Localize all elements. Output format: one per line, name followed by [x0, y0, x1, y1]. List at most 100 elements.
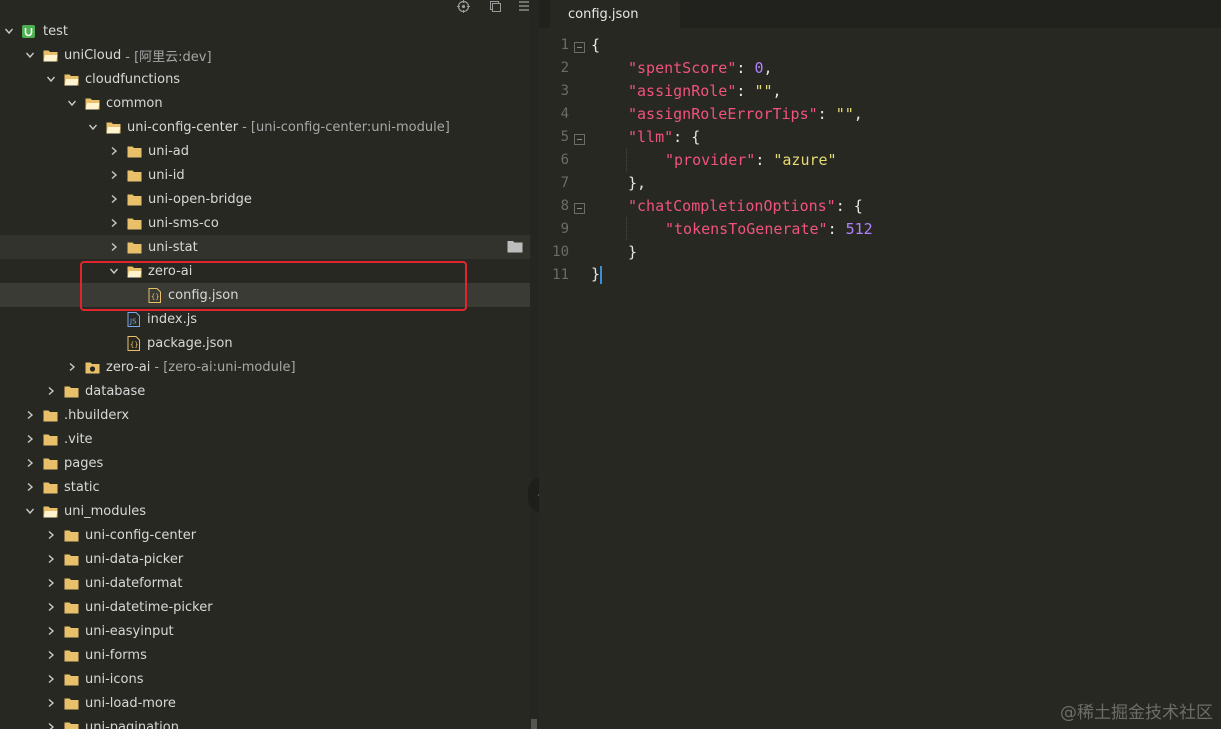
folder-icon	[64, 553, 79, 566]
chevron-right-icon[interactable]	[25, 410, 35, 420]
code-line[interactable]: 5 "llm": {	[539, 125, 1221, 148]
fold-toggle-icon[interactable]	[574, 200, 586, 214]
fold-toggle-icon[interactable]	[574, 131, 586, 145]
chevron-down-icon[interactable]	[4, 26, 14, 36]
tree-item-common[interactable]: common	[0, 91, 530, 115]
chevron-right-icon[interactable]	[46, 698, 56, 708]
folder-open-icon	[64, 73, 79, 86]
code-line[interactable]: 2 "spentScore": 0,	[539, 56, 1221, 79]
tree-item-uni-load-more[interactable]: uni-load-more	[0, 691, 530, 715]
code-line[interactable]: 4 "assignRoleErrorTips": "",	[539, 102, 1221, 125]
folder-icon	[127, 241, 142, 254]
chevron-right-icon[interactable]	[46, 578, 56, 588]
chevron-right-icon[interactable]	[46, 722, 56, 729]
tree-item-uni-modules[interactable]: uni_modules	[0, 499, 530, 523]
code-line[interactable]: 11}	[539, 263, 1221, 286]
code-text: "assignRoleErrorTips": "",	[628, 105, 863, 123]
chevron-right-icon[interactable]	[109, 218, 119, 228]
chevron-down-icon[interactable]	[25, 50, 35, 60]
tree-item-label: package.json	[147, 335, 233, 351]
json-string: ""	[754, 81, 773, 100]
tree-item-pages[interactable]: pages	[0, 451, 530, 475]
crosshair-icon[interactable]	[455, 0, 471, 16]
chevron-down-icon[interactable]	[67, 98, 77, 108]
code-line[interactable]: 7},	[539, 171, 1221, 194]
project-explorer: test uniCloud[阿里云:dev] cloudfunctions commo…	[0, 0, 530, 729]
chevron-right-icon[interactable]	[46, 530, 56, 540]
code-line[interactable]: 10}	[539, 240, 1221, 263]
tree-item-unicloud[interactable]: uniCloud[阿里云:dev]	[0, 43, 530, 67]
chevron-right-icon[interactable]	[25, 458, 35, 468]
collapse-all-icon[interactable]	[487, 0, 503, 16]
chevron-right-icon[interactable]	[109, 242, 119, 252]
chevron-right-icon[interactable]	[67, 362, 77, 372]
tree-item-uni-sms-co[interactable]: uni-sms-co	[0, 211, 530, 235]
tree-item-uni-id[interactable]: uni-id	[0, 163, 530, 187]
tree-item-uni-dateformat[interactable]: uni-dateformat	[0, 571, 530, 595]
tree-item-vite[interactable]: .vite	[0, 427, 530, 451]
tree-item-uni-pagination[interactable]: uni-pagination	[0, 715, 530, 729]
code-editor: config.json 1{2 "spentScore": 0, 3 "assignR…	[539, 0, 1221, 729]
chevron-right-icon[interactable]	[25, 482, 35, 492]
folder-open-icon	[106, 121, 121, 134]
code-line[interactable]: 8 "chatCompletionOptions": {	[539, 194, 1221, 217]
chevron-right-icon[interactable]	[109, 146, 119, 156]
menu-icon[interactable]	[516, 0, 530, 16]
folder-icon	[64, 673, 79, 686]
tree-item-hbuilderx[interactable]: .hbuilderx	[0, 403, 530, 427]
tree-item-uni-open-bridge[interactable]: uni-open-bridge	[0, 187, 530, 211]
folder-icon	[64, 577, 79, 590]
tree-item-package-json[interactable]: {} package.json	[0, 331, 530, 355]
tree-item-uni-data-picker[interactable]: uni-data-picker	[0, 547, 530, 571]
tree-item-uni-stat[interactable]: uni-stat	[0, 235, 530, 259]
chevron-right-icon[interactable]	[46, 386, 56, 396]
code-line[interactable]: 6 "provider": "azure"	[539, 148, 1221, 171]
chevron-down-icon[interactable]	[25, 506, 35, 516]
chevron-right-icon[interactable]	[109, 194, 119, 204]
tree-item-uni-config-center[interactable]: uni-config-center	[0, 523, 530, 547]
folder-icon	[64, 649, 79, 662]
folder-icon	[127, 145, 142, 158]
sidebar-scrollbar[interactable]	[531, 719, 537, 729]
tree-item-label: uni-id	[148, 167, 185, 183]
json-punctuation: : {	[673, 127, 701, 146]
fold-toggle-icon[interactable]	[574, 39, 586, 53]
chevron-right-icon[interactable]	[46, 626, 56, 636]
tree-item-suffix: [zero-ai:uni-module]	[154, 360, 295, 375]
highlight-annotation	[80, 261, 467, 311]
tree-item-uni-datetime-picker[interactable]: uni-datetime-picker	[0, 595, 530, 619]
json-key: "spentScore"	[628, 58, 737, 77]
chevron-right-icon[interactable]	[46, 650, 56, 660]
tree-item-test[interactable]: test	[0, 19, 530, 43]
tree-item-label: uni-datetime-picker	[85, 599, 213, 615]
json-punctuation: :	[736, 58, 755, 77]
tree-item-zero-ai[interactable]: zero-ai[zero-ai:uni-module]	[0, 355, 530, 379]
tree-item-label: test	[43, 23, 68, 39]
tree-item-cloudfunctions[interactable]: cloudfunctions	[0, 67, 530, 91]
open-folder-icon[interactable]	[507, 240, 523, 253]
chevron-right-icon[interactable]	[109, 170, 119, 180]
chevron-right-icon[interactable]	[46, 602, 56, 612]
panel-splitter[interactable]	[530, 0, 539, 729]
tree-item-uni-icons[interactable]: uni-icons	[0, 667, 530, 691]
code-text: "assignRole": "",	[628, 82, 782, 100]
chevron-right-icon[interactable]	[46, 554, 56, 564]
code-line[interactable]: 3 "assignRole": "",	[539, 79, 1221, 102]
chevron-down-icon[interactable]	[88, 122, 98, 132]
tree-item-uni-ad[interactable]: uni-ad	[0, 139, 530, 163]
tab-config-json[interactable]: config.json	[550, 0, 680, 28]
tree-item-suffix: [uni-config-center:uni-module]	[242, 120, 450, 135]
tree-item-database[interactable]: database	[0, 379, 530, 403]
chevron-right-icon[interactable]	[25, 434, 35, 444]
chevron-down-icon[interactable]	[46, 74, 56, 84]
code-line[interactable]: 9 "tokensToGenerate": 512	[539, 217, 1221, 240]
chevron-right-icon[interactable]	[46, 674, 56, 684]
tree-item-uni-config-center[interactable]: uni-config-center[uni-config-center:uni-…	[0, 115, 530, 139]
tree-item-static[interactable]: static	[0, 475, 530, 499]
editor-tab-bar: config.json	[539, 0, 1221, 28]
json-punctuation: ,	[763, 58, 773, 77]
tree-item-uni-forms[interactable]: uni-forms	[0, 643, 530, 667]
json-number: 512	[845, 219, 873, 238]
tree-item-uni-easyinput[interactable]: uni-easyinput	[0, 619, 530, 643]
code-line[interactable]: 1{	[539, 33, 1221, 56]
